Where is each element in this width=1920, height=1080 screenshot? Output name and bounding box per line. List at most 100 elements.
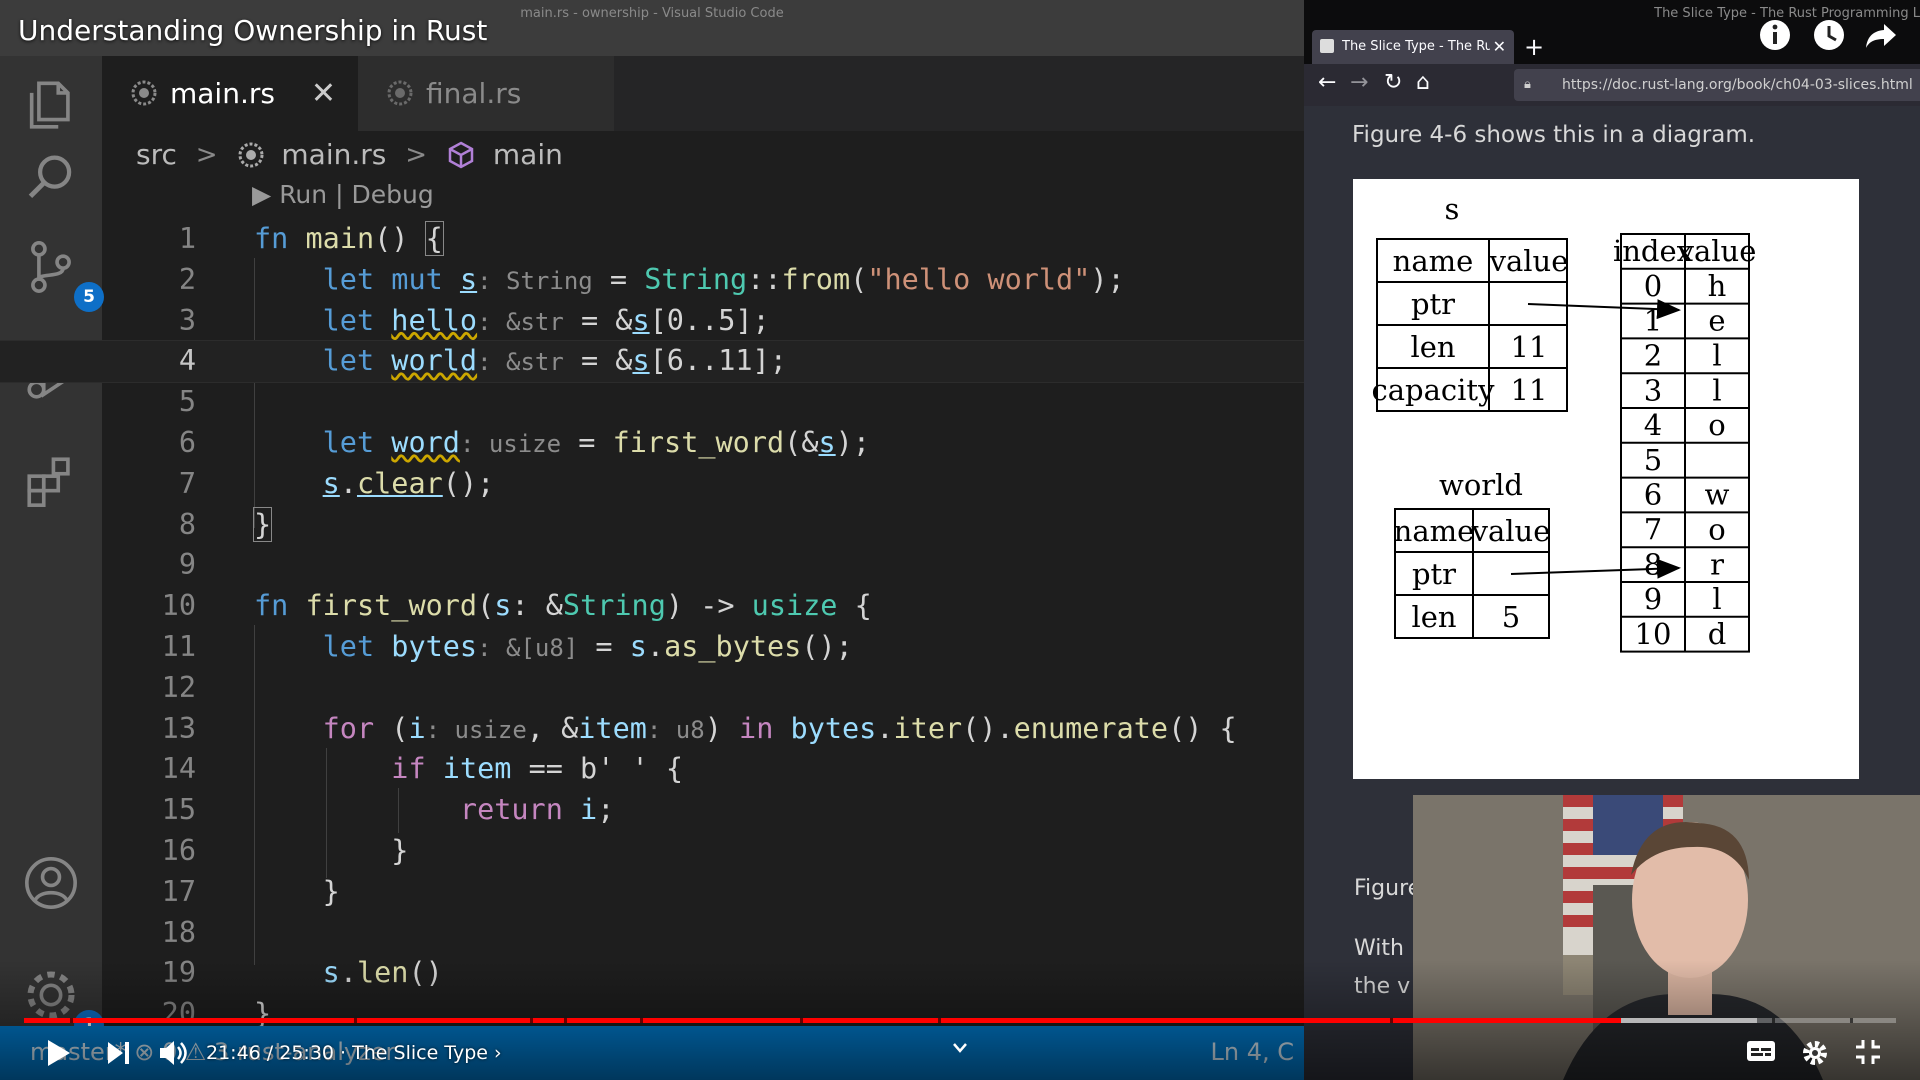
heap-index: 10 xyxy=(1635,617,1672,651)
code-line-current: 4 let world: &str = &s[6..11]; xyxy=(0,340,1304,384)
line-number: 8 xyxy=(178,507,196,541)
share-icon[interactable] xyxy=(1864,18,1898,52)
s-header-name: name xyxy=(1393,244,1474,278)
code-line: 6 let word: usize = first_word(&s); xyxy=(0,423,1304,464)
figure-caption: Figure 4-6 shows this in a diagram. xyxy=(1352,122,1756,148)
line-number: 17 xyxy=(161,874,196,908)
chapter-marker xyxy=(564,1018,567,1023)
code-line: 13 for (i: usize, &item: u8) in bytes.it… xyxy=(0,709,1304,750)
info-icon[interactable] xyxy=(1758,18,1792,52)
watch-later-clock-icon[interactable] xyxy=(1812,18,1846,52)
codelens-run[interactable]: Run xyxy=(279,180,327,209)
close-tab-icon[interactable]: ✕ xyxy=(311,56,336,131)
token-keyword: let xyxy=(322,425,375,459)
token-keyword: let xyxy=(322,344,375,378)
inlay-type-hint: : u8 xyxy=(646,715,705,744)
browser-navbar: ← → ↻ ⌂ 🔒︎ https://doc.rust-lang.org/boo… xyxy=(1304,64,1920,106)
token-type: String xyxy=(562,589,666,623)
play-icon[interactable] xyxy=(44,1038,72,1068)
heap-header: value xyxy=(1677,234,1757,268)
token-function: from xyxy=(781,262,851,296)
video-title[interactable]: Understanding Ownership in Rust xyxy=(18,14,487,47)
time-display[interactable]: 21:46 / 25:30 · The Slice Type › xyxy=(206,1042,502,1064)
token-punct: : & xyxy=(511,589,563,623)
line-number: 19 xyxy=(161,956,196,990)
back-icon[interactable]: ← xyxy=(1318,70,1336,95)
reload-icon[interactable]: ↻ xyxy=(1384,70,1402,95)
code-line: 2 let mut s: String = String::from("hell… xyxy=(0,260,1304,301)
token-punct: ); xyxy=(1090,262,1125,296)
token-brace: } xyxy=(322,874,340,908)
new-tab-icon[interactable]: + xyxy=(1524,30,1544,64)
progress-bar[interactable] xyxy=(24,1018,1896,1023)
heap-index: 7 xyxy=(1644,513,1662,547)
token-keyword: in xyxy=(739,711,774,745)
volume-icon[interactable] xyxy=(158,1038,188,1068)
breadcrumb-file[interactable]: main.rs xyxy=(281,135,386,175)
code-line: 15 return i; xyxy=(0,790,1304,831)
browser-tab[interactable]: The Slice Type - The Rust P ✕ xyxy=(1312,30,1514,64)
heap-index: 2 xyxy=(1644,339,1662,373)
paragraph-fragment: the v xyxy=(1354,974,1411,999)
tab-main-rs[interactable]: main.rs ✕ xyxy=(102,56,358,131)
token-function: clear xyxy=(356,466,443,500)
world-header-name: name xyxy=(1394,514,1475,548)
s-row-ptr: ptr xyxy=(1411,287,1455,321)
next-video-icon[interactable] xyxy=(106,1038,132,1068)
breadcrumb-symbol[interactable]: main xyxy=(493,135,563,175)
heap-value: r xyxy=(1710,547,1724,581)
inlay-type-hint: : usize xyxy=(425,715,527,744)
diagram-svg: s name value ptr len 11 capacity 11 worl… xyxy=(1372,192,1757,653)
tab-label: main.rs xyxy=(170,77,275,110)
heap-value: d xyxy=(1708,617,1727,651)
code-line: 10 fn first_word(s: &String) -> usize { xyxy=(0,586,1304,627)
token-punct: (); xyxy=(801,629,853,663)
url-text: https://doc.rust-lang.org/book/ch04-03-s… xyxy=(1562,77,1913,93)
line-number: 4 xyxy=(178,344,196,378)
line-number: 2 xyxy=(178,262,196,296)
home-icon[interactable]: ⌂ xyxy=(1416,70,1430,95)
browser-tab-title: The Slice Type - The Rust P xyxy=(1342,39,1490,54)
close-tab-icon[interactable]: ✕ xyxy=(1493,30,1506,64)
breadcrumb-folder[interactable]: src xyxy=(136,135,177,175)
token-string: "hello world" xyxy=(867,262,1091,296)
chapter-marker xyxy=(800,1018,803,1023)
code-editor[interactable]: 1 fn main() { 2 let mut s: String = Strin… xyxy=(0,219,1304,1035)
token-variable: world xyxy=(391,344,478,378)
function-cube-icon xyxy=(448,141,474,169)
token-punct: [6..11]; xyxy=(649,344,787,378)
token-function: len xyxy=(356,956,409,990)
chevron-down-icon[interactable] xyxy=(952,1042,968,1054)
token-punct: (& xyxy=(784,425,819,459)
token-keyword: let xyxy=(322,629,375,663)
token-type: usize xyxy=(751,589,838,623)
exit-fullscreen-icon[interactable] xyxy=(1854,1038,1882,1066)
line-number: 10 xyxy=(161,589,196,623)
forward-icon[interactable]: → xyxy=(1350,70,1368,95)
token-punct xyxy=(426,752,443,785)
codelens-debug[interactable]: Debug xyxy=(351,180,433,209)
heap-value: h xyxy=(1708,269,1727,303)
code-line: 9 xyxy=(0,545,1304,586)
token-variable: s xyxy=(629,629,647,663)
s-header-value: value xyxy=(1489,244,1569,278)
token-punct: () xyxy=(374,222,426,255)
token-keyword: let xyxy=(322,262,375,296)
url-bar[interactable]: 🔒︎ https://doc.rust-lang.org/book/ch04-0… xyxy=(1514,69,1920,101)
line-number: 12 xyxy=(161,670,196,704)
token-punct: ); xyxy=(835,425,870,459)
code-line: 1 fn main() { xyxy=(0,219,1304,260)
token-punct: ( xyxy=(850,262,868,296)
token-punct: { xyxy=(837,589,872,623)
search-icon[interactable] xyxy=(22,148,80,206)
tab-final-rs[interactable]: final.rs xyxy=(358,56,614,131)
chapter-marker xyxy=(1850,1018,1853,1023)
inlay-type-hint: : &str xyxy=(477,307,564,336)
subtitles-icon[interactable] xyxy=(1746,1038,1776,1064)
settings-gear-icon[interactable] xyxy=(1800,1038,1830,1068)
play-icon: ▶ xyxy=(252,180,272,209)
explorer-icon[interactable] xyxy=(22,76,80,134)
vscode-window: main.rs - ownership - Visual Studio Code… xyxy=(0,0,1304,1080)
token-punct: ( xyxy=(477,589,495,623)
heap-value: l xyxy=(1712,339,1721,373)
